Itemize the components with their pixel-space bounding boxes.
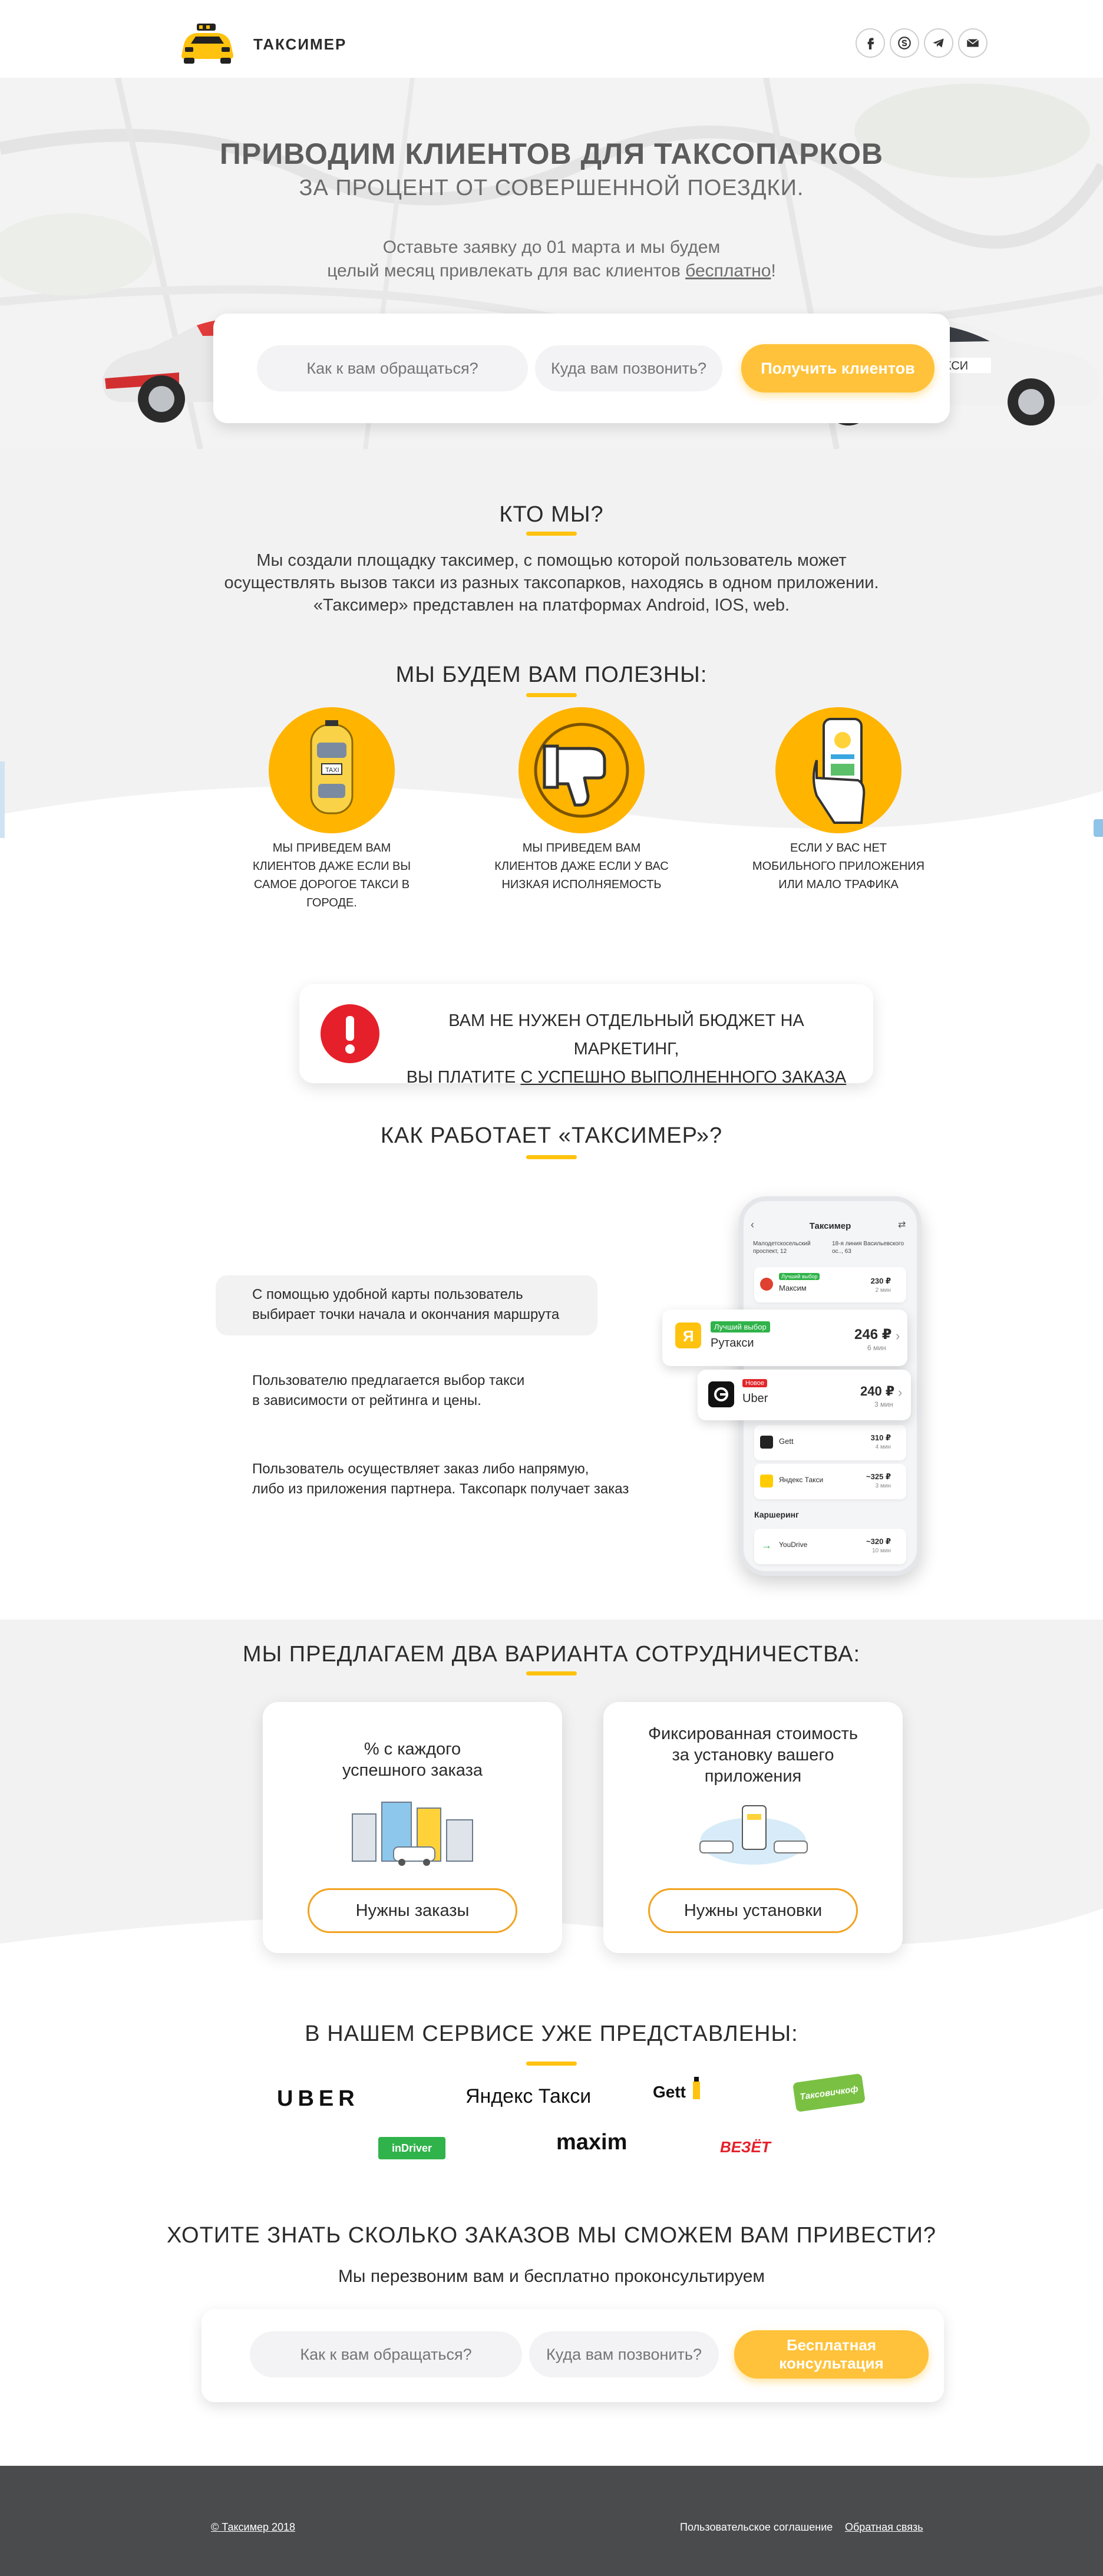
- facebook-icon[interactable]: [856, 28, 885, 58]
- step-3-text: Пользователь осуществляет заказ либо нап…: [252, 1461, 629, 1497]
- yandex-icon: [760, 1475, 773, 1487]
- offer-title-installs: Фиксированная стоимость за установку ваше…: [648, 1724, 858, 1786]
- phone-row-youdrive[interactable]: → YouDrive ~320 ₽ 10 мин: [754, 1529, 906, 1564]
- title-underline: [526, 693, 577, 697]
- rutaxi-icon: Я: [675, 1322, 701, 1348]
- offer-card-orders: % с каждого успешного заказа Нужны заказы: [263, 1702, 562, 1953]
- get-clients-button[interactable]: Получить клиентов: [741, 344, 934, 392]
- yandex-accent: [465, 2085, 474, 2109]
- title-underline: [526, 1671, 577, 1675]
- right-edge-tab[interactable]: [1094, 819, 1103, 837]
- phone-app-title: Таксимер: [809, 1221, 851, 1231]
- feedback-link[interactable]: Обратная связь: [845, 2521, 923, 2534]
- carsharing-heading: Каршеринг: [754, 1510, 799, 1519]
- phone-taxi-illustration: [699, 1805, 808, 1865]
- svg-text:TAXI: TAXI: [325, 767, 339, 774]
- title-underline: [526, 1155, 577, 1159]
- phone-input[interactable]: [535, 345, 722, 391]
- yandex-taxi-logo: Яндекс Такси: [465, 2085, 592, 2107]
- notice-link[interactable]: С УСПЕШНО ВЫПОЛНЕННОГО ЗАКАЗА: [520, 1068, 846, 1087]
- useful-title: МЫ БУДЕМ ВАМ ПОЛЕЗНЫ:: [395, 662, 708, 687]
- hero-note: Оставьте заявку до 01 марта и мы будем ц…: [0, 236, 1103, 283]
- offer-title-orders: % с каждого успешного заказа: [342, 1740, 483, 1780]
- hero-section: ПРИВОДИМ КЛИЕНТОВ ДЛЯ ТАКСОПАРКОВ ЗА ПРО…: [0, 78, 1103, 449]
- need-installs-button[interactable]: Нужны установки: [648, 1888, 858, 1933]
- city-illustration: [352, 1802, 473, 1866]
- step-2-text: Пользователю предлагается выбор такси в з…: [252, 1373, 525, 1409]
- route-from: Малодетскосельский проспект, 12: [753, 1241, 811, 1255]
- exclamation-icon: [321, 1004, 379, 1063]
- need-orders-button[interactable]: Нужны заказы: [308, 1888, 517, 1933]
- phone-in-hand-icon: [813, 718, 866, 824]
- telegram-icon[interactable]: [924, 28, 953, 58]
- thumbs-down-icon: [534, 723, 629, 818]
- benefit-circle-3: [775, 707, 901, 833]
- new-badge: Новое: [742, 1379, 768, 1387]
- benefit-text-2: МЫ ПРИВЕДЕМ ВАМ КЛИЕНТОВ ДАЖЕ ЕСЛИ У ВАС Н…: [494, 842, 669, 891]
- free-link[interactable]: бесплатно: [685, 261, 771, 281]
- consult-title: ХОТИТЕ ЗНАТЬ СКОЛЬКО ЗАКАЗОВ МЫ СМОЖЕМ В…: [166, 2223, 937, 2248]
- free-consultation-button[interactable]: Бесплатная консультация: [734, 2330, 929, 2379]
- consult-subtitle: Мы перезвоним вам и бесплатно проконсуль…: [338, 2267, 765, 2286]
- site-header: ТАКСИМЕР: [0, 0, 1103, 78]
- hero-note-line1: Оставьте заявку до 01 марта и мы будем: [382, 238, 721, 257]
- offer-card-installs: Фиксированная стоимость за установку ваше…: [603, 1702, 903, 1953]
- taxi-car-icon: TAXI: [310, 720, 354, 814]
- back-icon: ‹: [751, 1219, 754, 1231]
- gett-logo: Gett: [653, 2076, 706, 2102]
- maxim-logo: maxim: [556, 2130, 628, 2155]
- chevron-right-icon: ›: [898, 1385, 903, 1400]
- route-to: 18-я линия Васильевского ос.., 63: [832, 1241, 904, 1255]
- who-text: Мы создали площадку таксимер, с помощью …: [224, 551, 879, 615]
- chevron-right-icon: ›: [896, 1328, 900, 1343]
- consult-form-card: Бесплатная консультация: [202, 2309, 944, 2402]
- offers-title: МЫ ПРЕДЛАГАЕМ ДВА ВАРИАНТА СОТРУДНИЧЕСТВ…: [242, 1642, 861, 1667]
- uber-logo: UBER: [277, 2086, 359, 2111]
- vezet-logo: ВЕЗЁТ: [720, 2138, 771, 2156]
- site-footer: © Таксимер 2018 Пользовательское соглаше…: [0, 2466, 1103, 2576]
- hero-note-line2: целый месяц привлекать для вас клиентов …: [327, 261, 776, 281]
- step-1-text: С помощью удобной карты пользователь выби…: [252, 1287, 560, 1322]
- consult-phone-input[interactable]: [529, 2331, 719, 2377]
- floating-card-uber[interactable]: Новое Uber 240 ₽ 3 мин ›: [698, 1370, 911, 1420]
- consult-name-input[interactable]: [250, 2331, 522, 2377]
- taxi-logo-icon[interactable]: [179, 21, 236, 65]
- maxim-icon: [760, 1278, 773, 1291]
- benefit-text-1: МЫ ПРИВЕДЕМ ВАМ КЛИЕНТОВ ДАЖЕ ЕСЛИ ВЫ САМО…: [252, 842, 411, 909]
- name-input[interactable]: [257, 345, 528, 391]
- benefit-circle-2: [519, 707, 645, 833]
- skype-icon[interactable]: [890, 28, 919, 58]
- notice-text: ВАМ НЕ НУЖЕН ОТДЕЛЬНЫЙ БЮДЖЕТ НА МАРКЕТИ…: [406, 1011, 847, 1087]
- phone-row-gett[interactable]: Gett 310 ₽ 4 мин: [754, 1425, 906, 1460]
- who-title: КТО МЫ?: [499, 502, 604, 527]
- brand-name: ТАКСИМЕР: [253, 35, 347, 53]
- title-underline: [526, 532, 577, 536]
- hero-title: ПРИВОДИМ КЛИЕНТОВ ДЛЯ ТАКСОПАРКОВ: [219, 137, 884, 170]
- benefit-circle-1: TAXI: [269, 707, 395, 833]
- indriver-logo: inDriver: [378, 2137, 445, 2159]
- best-choice-badge: Лучший выбор: [779, 1273, 820, 1280]
- copyright-link[interactable]: © Таксимер 2018: [211, 2521, 295, 2534]
- taxovichkof-logo: Таксовичкоф: [792, 2073, 866, 2112]
- notice-card: ВАМ НЕ НУЖЕН ОТДЕЛЬНЫЙ БЮДЖЕТ НА МАРКЕТИ…: [299, 984, 873, 1087]
- benefit-text-3: ЕСЛИ У ВАС НЕТ МОБИЛЬНОГО ПРИЛОЖЕНИЯ ИЛИ М…: [752, 842, 925, 891]
- uber-icon: [708, 1381, 734, 1407]
- left-edge-tab: [0, 761, 5, 838]
- partners-title: В НАШЕМ СЕРВИСЕ УЖЕ ПРЕДСТАВЛЕНЫ:: [305, 2021, 798, 2046]
- gett-icon: [760, 1436, 773, 1449]
- hero-subtitle: ЗА ПРОЦЕНТ ОТ СОВЕРШЕННОЙ ПОЕЗДКИ.: [299, 176, 804, 200]
- swap-icon: ⇄: [898, 1220, 906, 1230]
- floating-card-rutaxi[interactable]: Я Лучший выбор Рутакси 246 ₽ 6 мин ›: [662, 1310, 907, 1366]
- lead-form-card: Получить клиентов: [213, 314, 950, 423]
- arrow-icon: →: [761, 1539, 772, 1551]
- mail-icon[interactable]: [958, 28, 988, 58]
- agreement-link[interactable]: Пользовательское соглашение: [680, 2521, 833, 2534]
- svg-text:Я: Я: [683, 1327, 694, 1345]
- title-underline: [526, 2062, 577, 2066]
- phone-row-maxim[interactable]: Лучший выбор Максим 230 ₽ 2 мин: [754, 1267, 906, 1302]
- best-choice-badge: Лучший выбор: [711, 1321, 770, 1332]
- how-title: КАК РАБОТАЕТ «ТАКСИМЕР»?: [380, 1123, 723, 1148]
- phone-row-yandex[interactable]: Яндекс Такси ~325 ₽ 3 мин: [754, 1464, 906, 1499]
